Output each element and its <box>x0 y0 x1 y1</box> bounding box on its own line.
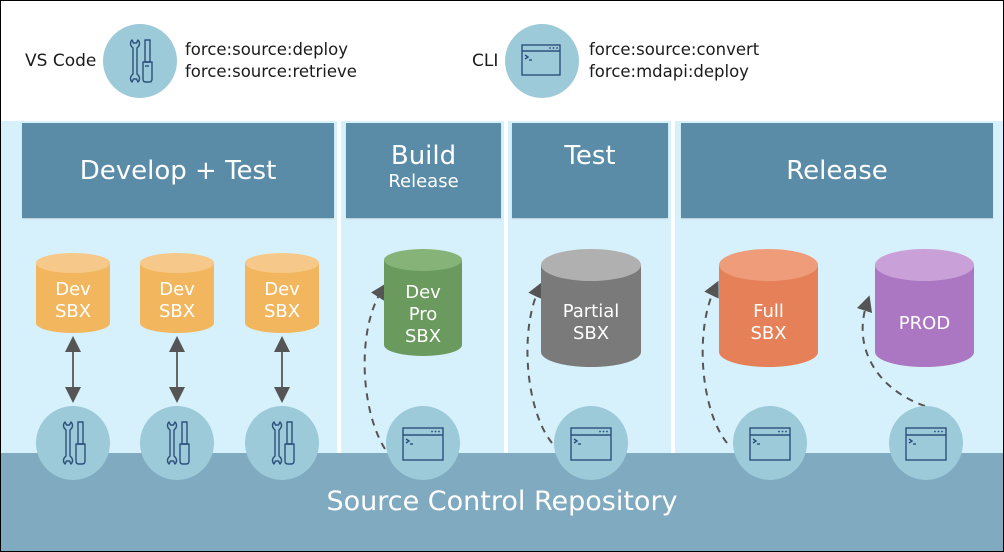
vscode-tool-circle <box>140 406 214 480</box>
environment-label: SBX <box>54 301 92 322</box>
vscode-tool-circle <box>36 406 110 480</box>
cli-tool-circle <box>386 406 460 480</box>
dashed-arrow <box>363 283 387 450</box>
terminal-window-icon <box>570 427 612 461</box>
wrench-screwdriver-icon <box>166 421 190 465</box>
environment-dev-pro-sbx: Dev Pro SBX <box>384 249 462 356</box>
cli-tool-circle <box>554 406 628 480</box>
environment-label: SBX <box>263 301 301 322</box>
environment-label: SBX <box>158 301 196 322</box>
environment-label: Partial <box>562 301 620 322</box>
environment-label: PROD <box>898 313 951 334</box>
vscode-tool-circle <box>245 406 319 480</box>
environment-label: SBX <box>404 326 442 347</box>
environment-label: Full <box>753 301 784 322</box>
environment-full-sbx: Full SBX <box>719 249 818 367</box>
database-cylinder-icon <box>875 249 974 367</box>
environment-dev-sbx-1: Dev SBX <box>36 253 110 333</box>
environment-label: SBX <box>572 323 610 344</box>
environment-label: Pro <box>408 304 438 325</box>
wrench-screwdriver-icon <box>271 421 295 465</box>
environment-label: Dev <box>159 279 195 300</box>
terminal-window-icon <box>402 427 444 461</box>
environment-label: Dev <box>264 279 300 300</box>
terminal-window-icon <box>749 427 791 461</box>
cli-tool-circle <box>733 406 807 480</box>
environment-label: SBX <box>750 323 787 344</box>
environment-label: Dev <box>405 282 441 303</box>
wrench-screwdriver-icon <box>62 421 86 465</box>
terminal-window-icon <box>905 427 947 461</box>
environment-dev-sbx-3: Dev SBX <box>245 253 319 333</box>
environment-partial-sbx: Partial SBX <box>541 249 641 367</box>
cli-tool-circle <box>889 406 963 480</box>
environment-label: Dev <box>55 279 91 300</box>
devops-pipeline-diagram: VS Code force:source:deploy force:source… <box>1 1 1003 551</box>
environment-prod: PROD <box>875 249 974 367</box>
environment-dev-sbx-2: Dev SBX <box>140 253 214 333</box>
